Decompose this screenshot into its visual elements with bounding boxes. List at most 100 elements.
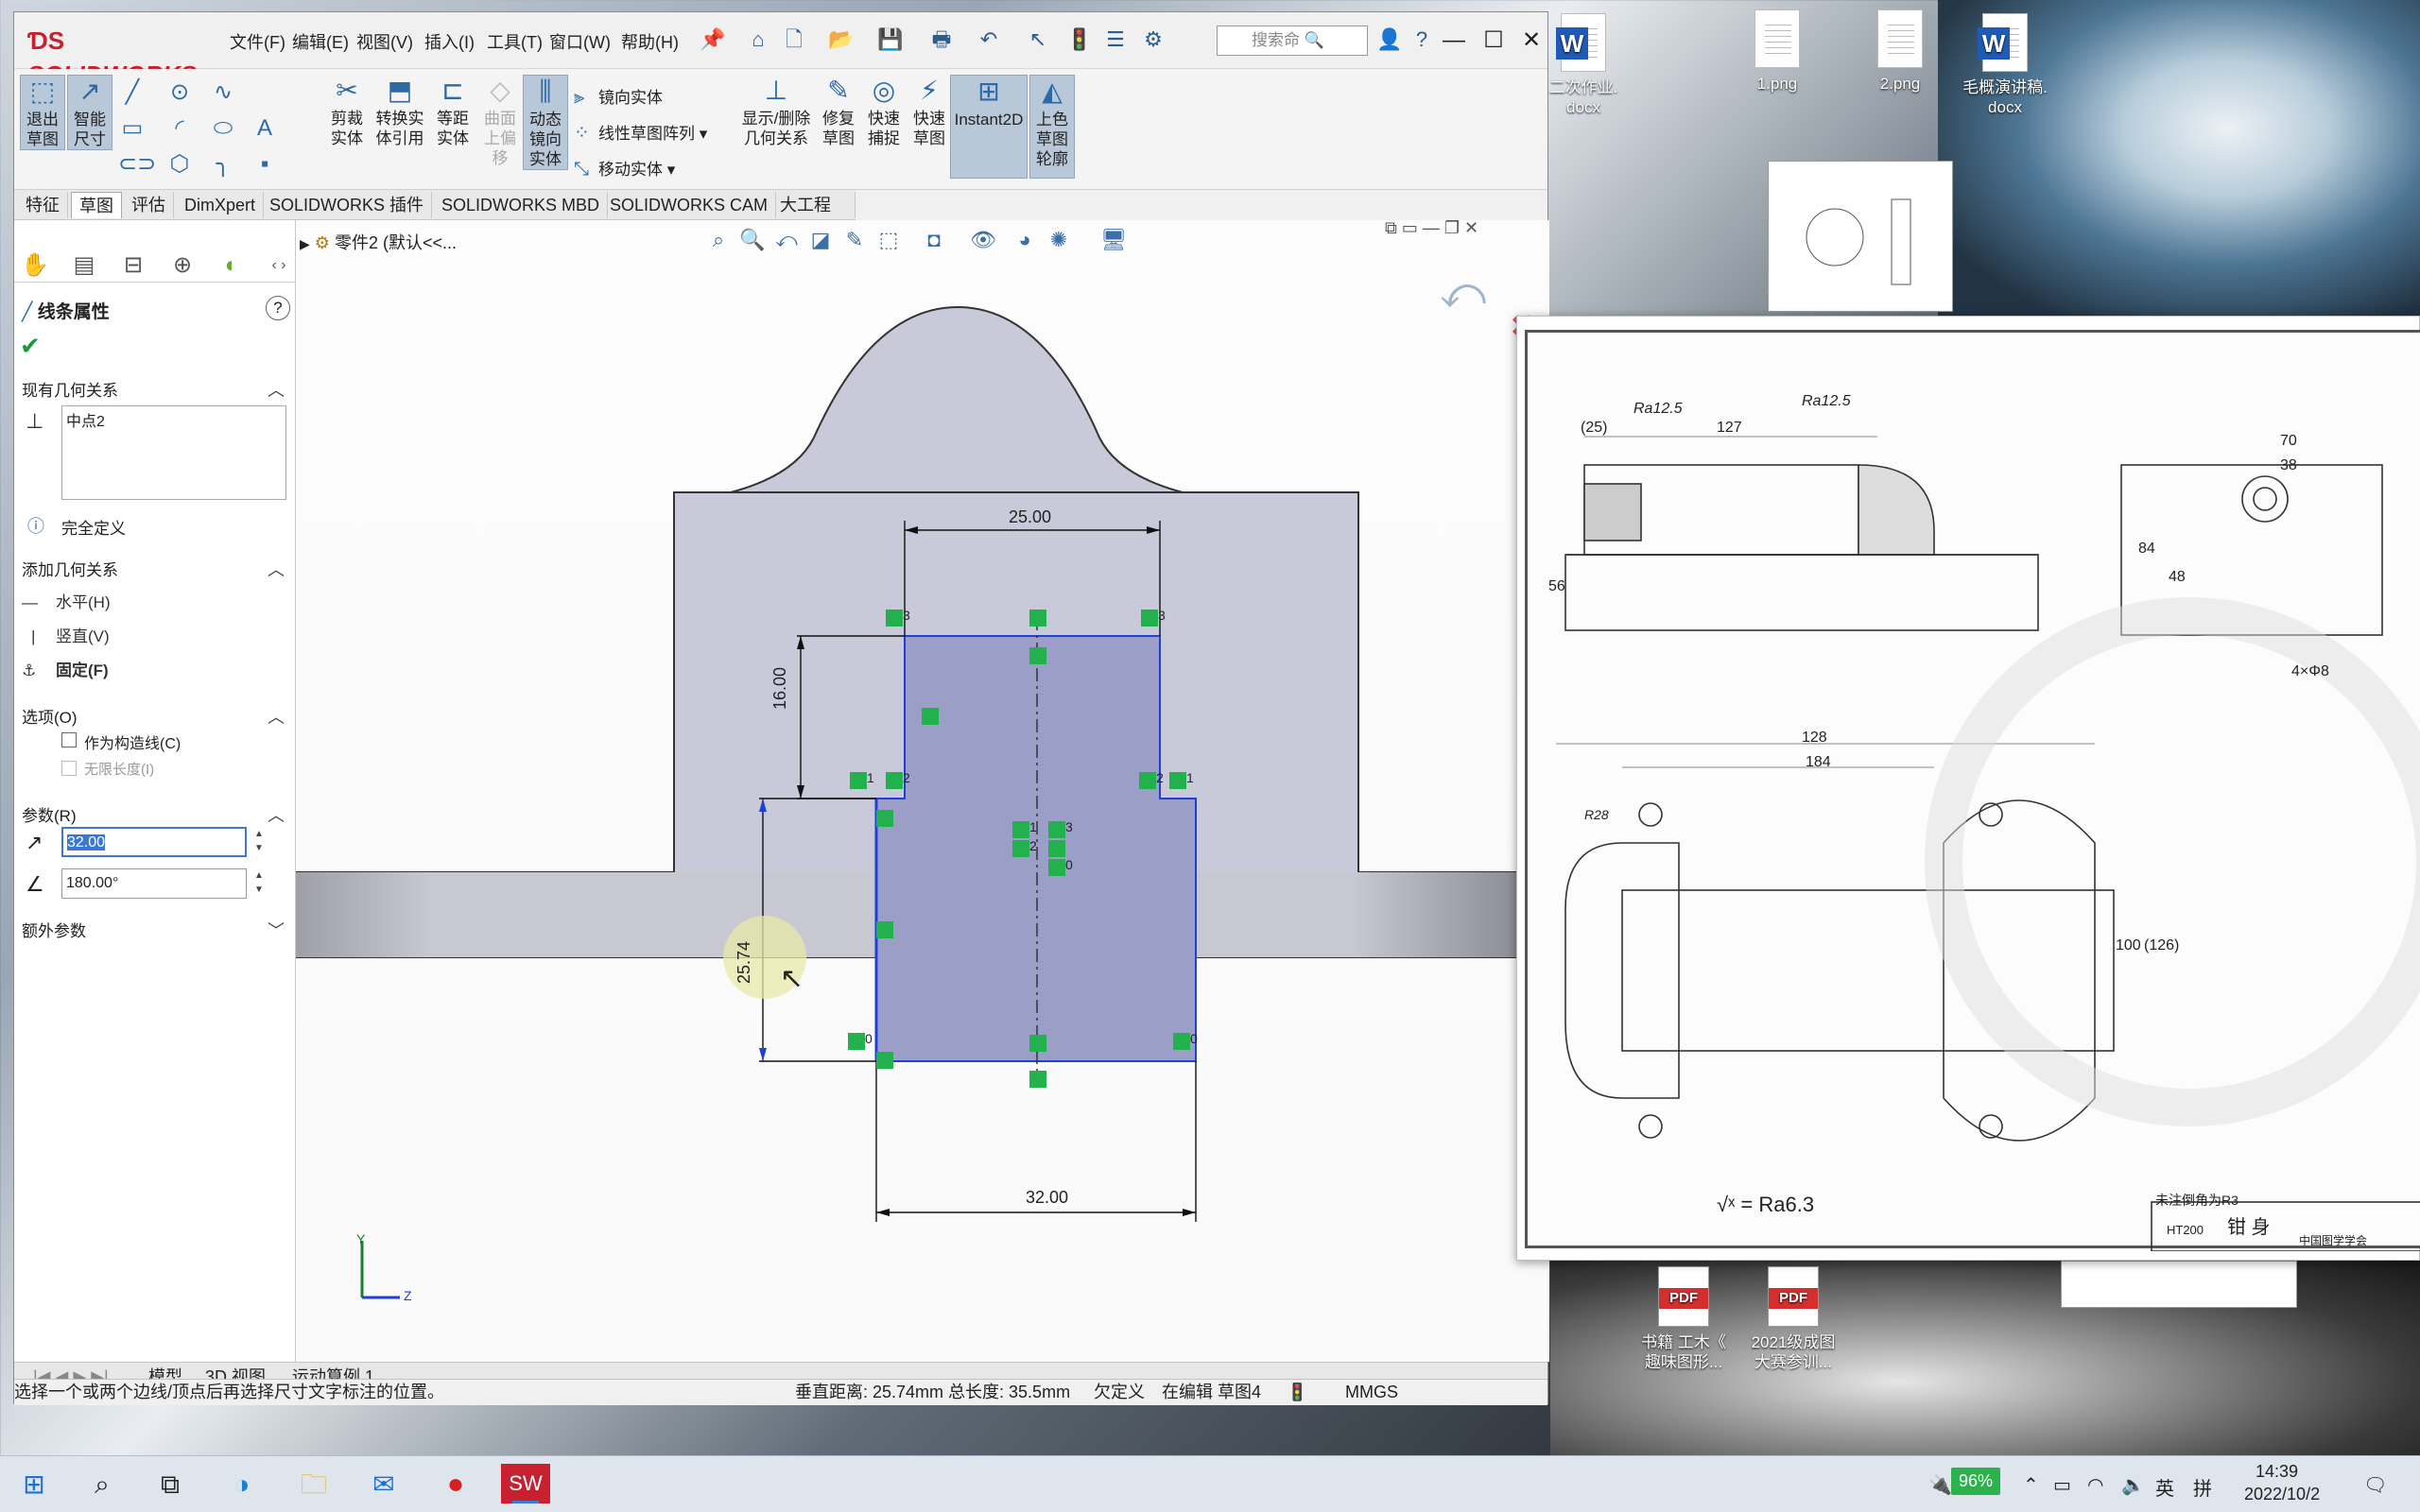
display-manager-tab-icon[interactable]: ◐ <box>215 251 249 280</box>
dimxpert-tab-icon[interactable]: ⊕ <box>165 251 199 280</box>
edit-appearance-icon[interactable]: ◕ <box>1011 226 1039 254</box>
clock-time[interactable]: 14:39 <box>2256 1462 2298 1482</box>
view-settings-icon[interactable]: 🖥 <box>1099 226 1128 254</box>
point-tool-icon[interactable]: ▪ <box>251 150 279 179</box>
dimension-top-width[interactable]: 25.00 <box>1009 507 1052 527</box>
add-fix-relation[interactable]: ⚓ 固定(F) <box>22 657 109 680</box>
graphics-area[interactable]: ↖ ⤺ ✖ ⌕ 🔍 ⤺ <box>296 220 1549 1362</box>
rebuild-icon[interactable]: 🚦 <box>1065 26 1094 54</box>
sketch-canvas[interactable]: ↖ ⤺ ✖ <box>296 220 1549 1362</box>
length-input[interactable]: 32.00 <box>61 827 247 857</box>
power-plug-icon[interactable]: 🔌 <box>1928 1473 1952 1497</box>
home-icon[interactable]: ⌂ <box>744 26 772 54</box>
user-icon[interactable]: 👤 <box>1375 26 1404 54</box>
smart-dimension-button[interactable]: ↗ 智能 尺寸 <box>67 75 112 150</box>
tab-addins[interactable]: SOLIDWORKS 插件 <box>262 192 433 218</box>
angle-spinner-icon[interactable]: ▲ ▼ <box>252 868 266 897</box>
tab-dimxpert[interactable]: DimXpert <box>177 192 265 218</box>
ok-checkmark-icon[interactable]: ✔ <box>20 332 41 361</box>
angle-input[interactable]: 180.00° <box>61 868 247 899</box>
menu-tools[interactable]: 工具(T) <box>487 29 543 54</box>
shaded-sketch-contours-button[interactable]: ◭ 上色 草图 轮廓 <box>1029 75 1075 179</box>
add-vertical-relation[interactable]: | 竖直(V) <box>22 623 110 646</box>
options-gear-icon[interactable]: ⚙ <box>1139 26 1167 54</box>
task-view-icon[interactable]: ⧉ <box>146 1462 195 1507</box>
exit-sketch-button[interactable]: ⬚ 退出 草图 <box>20 75 65 150</box>
menu-help[interactable]: 帮助(H) <box>621 29 679 54</box>
search-commands-input[interactable]: 搜索命 🔍 <box>1217 26 1368 56</box>
section-view-icon[interactable]: ◪ <box>806 226 835 254</box>
options-header[interactable]: 选项(O) ︿ <box>22 704 296 728</box>
spline-tool-icon[interactable]: ∿ <box>209 78 237 107</box>
clock-date[interactable]: 2022/10/2 <box>2244 1485 2320 1504</box>
volume-icon[interactable]: 🔈 <box>2121 1473 2145 1497</box>
dynamic-annotation-icon[interactable]: ✎ <box>840 226 869 254</box>
tray-overflow-icon[interactable]: ⌃ <box>2023 1473 2039 1497</box>
doc-restore-icon[interactable]: ⧉ ▭ — ❐ ✕ <box>1385 220 1478 238</box>
mail-icon[interactable]: ✉ <box>359 1462 408 1507</box>
quick-snaps-button[interactable]: ◎ 快速 捕捉 <box>861 75 907 148</box>
show-delete-relations-button[interactable]: ⊥ 显示/删除 几何关系 <box>738 75 814 148</box>
tab-mbd[interactable]: SOLIDWORKS MBD <box>434 192 609 218</box>
rebuild-status-icon[interactable]: 🚦 <box>1287 1380 1307 1404</box>
pin-icon[interactable]: 📌 <box>699 26 727 54</box>
dimension-left-height[interactable]: 16.00 <box>770 664 790 712</box>
ellipse-tool-icon[interactable]: ⬭ <box>209 114 237 143</box>
desktop-icon-pdf-contest[interactable]: PDF 2021级成图 大赛参训... <box>1722 1266 1864 1372</box>
polygon-tool-icon[interactable]: ⬡ <box>165 150 194 179</box>
undo-icon[interactable]: ↶ <box>975 26 1003 54</box>
start-windows-icon[interactable]: ⊞ <box>9 1462 59 1507</box>
help-icon[interactable]: ? <box>1408 26 1436 54</box>
existing-relations-list[interactable]: 中点2 <box>61 405 286 500</box>
menu-insert[interactable]: 插入(I) <box>424 29 475 54</box>
add-horizontal-relation[interactable]: — 水平(H) <box>22 589 111 612</box>
new-file-icon[interactable]: 🗋 <box>780 26 808 54</box>
help-circle-icon[interactable]: ? <box>266 296 290 320</box>
fillet-tool-icon[interactable]: ╮ <box>209 150 237 179</box>
tab-sketch[interactable]: 草图 <box>71 192 122 218</box>
menu-edit[interactable]: 编辑(E) <box>292 29 349 54</box>
rectangle-tool-icon[interactable]: ▭ <box>118 114 147 143</box>
print-icon[interactable]: 🖶 <box>927 26 956 54</box>
text-tool-icon[interactable]: A <box>251 114 279 143</box>
tab-engineer[interactable]: 大工程师 <box>772 192 856 241</box>
add-relations-header[interactable]: 添加几何关系 ︿ <box>22 557 296 580</box>
config-manager-tab-icon[interactable]: ⊟ <box>116 251 150 280</box>
arc-tool-icon[interactable]: ◜ <box>165 114 194 143</box>
screen-recorder-icon[interactable]: ⏺ <box>431 1462 480 1507</box>
tab-features[interactable]: 特征 <box>18 192 68 218</box>
solidworks-taskbar-icon[interactable]: SW <box>501 1464 550 1503</box>
instant2d-button[interactable]: ⊞ Instant2D <box>950 75 1028 179</box>
trim-entities-button[interactable]: ✂ 剪裁 实体 <box>324 75 370 148</box>
feature-tree-tab-icon[interactable]: ✋ <box>18 251 52 280</box>
tab-cam[interactable]: SOLIDWORKS CAM <box>602 192 777 218</box>
menu-file[interactable]: 文件(F) <box>230 29 285 54</box>
menu-window[interactable]: 窗口(W) <box>549 29 611 54</box>
parameters-header[interactable]: 参数(R) ︿ <box>22 802 296 826</box>
slot-tool-icon[interactable]: ⊂⊃ <box>118 150 156 179</box>
zoom-area-icon[interactable]: 🔍 <box>738 226 767 254</box>
infinite-length-checkbox[interactable] <box>61 761 77 776</box>
file-properties-icon[interactable]: ☰ <box>1101 26 1130 54</box>
relation-item[interactable]: 中点2 <box>66 414 105 430</box>
save-icon[interactable]: 💾 <box>876 26 905 54</box>
hide-show-icon[interactable]: 👁 <box>969 226 997 254</box>
display-style-icon[interactable]: ◘ <box>920 226 948 254</box>
status-units[interactable]: MMGS <box>1345 1380 1398 1404</box>
maximize-button[interactable]: ☐ <box>1476 24 1512 58</box>
desktop-icon-word-speech[interactable]: W 毛概演讲稿. docx <box>1934 13 2076 117</box>
desktop-icon-png1[interactable]: 1.png <box>1720 9 1834 94</box>
battery-indicator[interactable]: 96% <box>1951 1468 2001 1495</box>
mirror-entities-button[interactable]: ⫸ 镜向实体 <box>574 84 663 109</box>
menu-view[interactable]: 视图(V) <box>356 29 413 54</box>
move-entities-button[interactable]: ⤡ 移动实体 ▾ <box>574 156 675 180</box>
close-button[interactable]: ✕ <box>1513 24 1549 58</box>
length-spinner-icon[interactable]: ▲ ▼ <box>252 827 266 855</box>
edge-browser-icon[interactable]: ◑ <box>217 1462 267 1507</box>
open-file-icon[interactable]: 📂 <box>827 26 856 54</box>
feature-tree-root[interactable]: ▶ ⚙ 零件2 (默认<<... <box>300 230 457 254</box>
dimension-bottom-width[interactable]: 32.00 <box>1026 1188 1069 1208</box>
circle-tool-icon[interactable]: ⊙ <box>165 78 194 107</box>
scene-icon[interactable]: ✺ <box>1045 226 1073 254</box>
file-explorer-icon[interactable]: 🗀 <box>289 1462 338 1507</box>
